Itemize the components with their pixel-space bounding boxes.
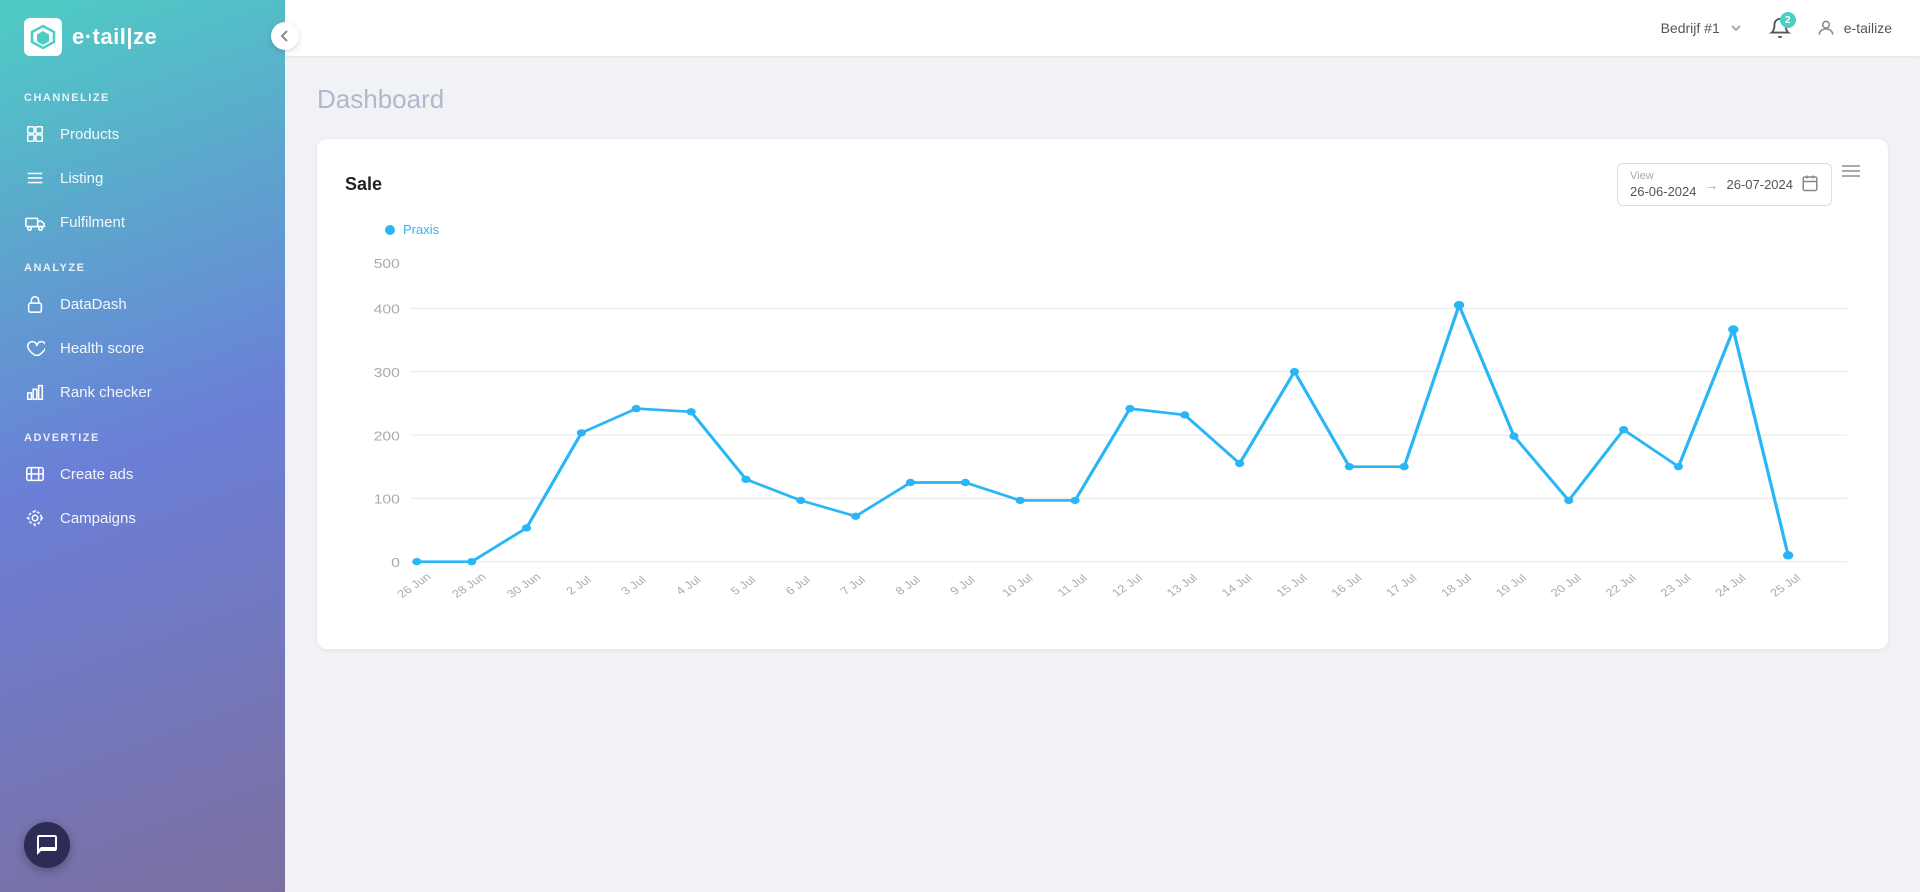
sidebar-item-health-score[interactable]: Health score	[0, 326, 285, 370]
view-label: View	[1630, 170, 1697, 182]
svg-text:9 Jul: 9 Jul	[947, 573, 978, 597]
svg-text:400: 400	[374, 303, 400, 317]
truck-icon	[24, 211, 46, 233]
company-selector[interactable]: Bedrijf #1	[1661, 20, 1744, 36]
sidebar-item-listing-label: Listing	[60, 170, 103, 187]
svg-text:18 Jul: 18 Jul	[1438, 572, 1475, 600]
sidebar-item-create-ads[interactable]: Create ads	[0, 452, 285, 496]
chart-menu-button[interactable]	[1842, 165, 1860, 177]
svg-text:8 Jul: 8 Jul	[892, 573, 923, 597]
sidebar-item-fulfilment-label: Fulfilment	[60, 214, 125, 231]
sidebar-item-rank-checker[interactable]: Rank checker	[0, 370, 285, 414]
sidebar-item-products[interactable]: Products	[0, 112, 285, 156]
user-name: e-tailize	[1844, 20, 1892, 36]
lock-icon	[24, 293, 46, 315]
svg-text:23 Jul: 23 Jul	[1657, 572, 1694, 600]
svg-text:16 Jul: 16 Jul	[1328, 572, 1365, 600]
svg-text:30 Jun: 30 Jun	[504, 570, 544, 600]
legend-dot	[385, 225, 395, 235]
chart-card: Sale View 26-06-2024 → 26-07-2024	[317, 139, 1888, 649]
sidebar-item-rank-checker-label: Rank checker	[60, 384, 152, 401]
page-content: Dashboard Sale View 26-06-2024 → 26-07-2…	[285, 56, 1920, 892]
sidebar-item-datadash-label: DataDash	[60, 296, 127, 313]
sidebar-item-campaigns[interactable]: Campaigns	[0, 496, 285, 540]
svg-text:14 Jul: 14 Jul	[1219, 572, 1256, 600]
svg-text:13 Jul: 13 Jul	[1164, 572, 1201, 600]
svg-text:500: 500	[374, 258, 400, 272]
svg-text:100: 100	[374, 493, 400, 507]
svg-text:7 Jul: 7 Jul	[837, 573, 868, 597]
section-label-channelize: CHANNELIZE	[0, 74, 285, 112]
bar-chart-icon	[24, 381, 46, 403]
sidebar-collapse-button[interactable]	[271, 22, 299, 50]
heart-icon	[24, 337, 46, 359]
notification-badge: 2	[1780, 12, 1796, 28]
svg-text:300: 300	[374, 366, 400, 380]
main-content: Bedrijf #1 2 e-tailize Dashboard Sal	[285, 0, 1920, 892]
logo-icon	[24, 18, 62, 56]
svg-text:15 Jul: 15 Jul	[1273, 572, 1310, 600]
sales-chart: 0 100 200 300 400 500	[345, 245, 1860, 625]
svg-text:19 Jul: 19 Jul	[1493, 572, 1530, 600]
chart-legend: Praxis	[345, 222, 1860, 237]
svg-text:2 Jul: 2 Jul	[563, 573, 594, 597]
svg-text:200: 200	[374, 430, 400, 444]
sidebar-item-health-score-label: Health score	[60, 340, 144, 357]
sidebar-item-datadash[interactable]: DataDash	[0, 282, 285, 326]
chart-controls: View 26-06-2024 → 26-07-2024	[1617, 163, 1860, 206]
user-menu[interactable]: e-tailize	[1816, 18, 1892, 38]
page-title: Dashboard	[317, 84, 1888, 115]
sidebar-item-listing[interactable]: Listing	[0, 156, 285, 200]
sidebar-item-campaigns-label: Campaigns	[60, 510, 136, 527]
company-name: Bedrijf #1	[1661, 20, 1720, 36]
chart-header: Sale View 26-06-2024 → 26-07-2024	[345, 163, 1860, 206]
svg-text:12 Jul: 12 Jul	[1109, 572, 1146, 600]
svg-text:3 Jul: 3 Jul	[618, 573, 649, 597]
sidebar-item-fulfilment[interactable]: Fulfilment	[0, 200, 285, 244]
svg-text:6 Jul: 6 Jul	[782, 573, 813, 597]
svg-text:10 Jul: 10 Jul	[999, 572, 1036, 600]
chart-title: Sale	[345, 174, 382, 195]
svg-text:4 Jul: 4 Jul	[673, 573, 704, 597]
svg-text:5 Jul: 5 Jul	[728, 573, 759, 597]
svg-text:11 Jul: 11 Jul	[1054, 572, 1090, 599]
list-icon	[24, 167, 46, 189]
legend-label: Praxis	[403, 222, 439, 237]
sidebar-item-products-label: Products	[60, 126, 119, 143]
svg-text:22 Jul: 22 Jul	[1602, 572, 1639, 600]
sidebar-logo: e·tail|ze	[0, 0, 285, 74]
svg-text:0: 0	[391, 556, 400, 570]
date-from: 26-06-2024	[1630, 184, 1697, 199]
chat-button[interactable]	[24, 822, 70, 868]
arrow-icon: →	[1705, 177, 1719, 193]
svg-text:28 Jun: 28 Jun	[449, 570, 489, 600]
sidebar-item-create-ads-label: Create ads	[60, 466, 133, 483]
notification-button[interactable]: 2	[1762, 10, 1798, 46]
svg-text:26 Jun: 26 Jun	[394, 570, 434, 600]
chart-svg: 0 100 200 300 400 500	[345, 245, 1860, 625]
date-range-picker[interactable]: View 26-06-2024 → 26-07-2024	[1617, 163, 1832, 206]
box-icon	[24, 123, 46, 145]
sidebar: e·tail|ze CHANNELIZE Products Listi	[0, 0, 285, 892]
section-label-advertize: ADVERTIZE	[0, 414, 285, 452]
svg-text:24 Jul: 24 Jul	[1712, 572, 1749, 600]
ads-icon	[24, 463, 46, 485]
svg-text:25 Jul: 25 Jul	[1767, 572, 1804, 600]
svg-text:20 Jul: 20 Jul	[1548, 572, 1585, 600]
date-to: 26-07-2024	[1727, 177, 1794, 192]
calendar-icon	[1801, 174, 1819, 195]
topbar: Bedrijf #1 2 e-tailize	[285, 0, 1920, 56]
section-label-analyze: ANALYZE	[0, 244, 285, 282]
svg-text:17 Jul: 17 Jul	[1383, 572, 1420, 600]
campaigns-icon	[24, 507, 46, 529]
logo-text: e·tail|ze	[72, 24, 157, 50]
